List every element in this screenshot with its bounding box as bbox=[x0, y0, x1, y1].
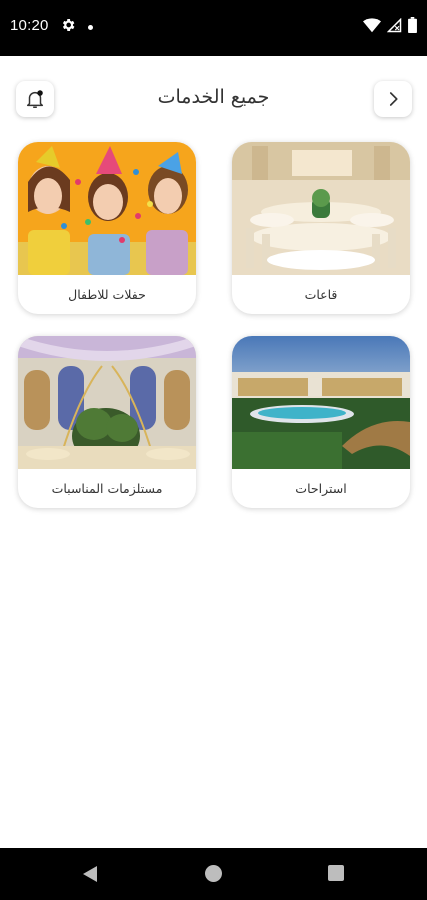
gear-icon bbox=[62, 19, 75, 31]
service-card-label: حفلات للاطفال bbox=[68, 287, 146, 302]
notification-dot bbox=[88, 25, 93, 30]
service-card-rest-houses[interactable]: استراحات bbox=[232, 336, 410, 508]
back-triangle-icon[interactable] bbox=[82, 865, 98, 883]
back-button[interactable] bbox=[374, 81, 412, 117]
chevron-right-icon bbox=[389, 92, 398, 106]
battery-icon bbox=[408, 17, 417, 33]
service-card-label: قاعات bbox=[304, 287, 338, 302]
kids-party-photo bbox=[18, 142, 196, 275]
service-card-label: استراحات bbox=[295, 481, 347, 496]
service-card-halls[interactable]: قاعات bbox=[232, 142, 410, 314]
system-nav-bar bbox=[0, 848, 427, 900]
recents-square-icon[interactable] bbox=[328, 865, 344, 881]
service-card-label: مستلزمات المناسبات bbox=[51, 481, 163, 496]
app-bar: جميع الخدمات bbox=[0, 66, 427, 132]
status-time: 10:20 bbox=[10, 17, 49, 34]
status-bar: 10:20 bbox=[0, 0, 427, 56]
wedding-hall-photo bbox=[232, 142, 410, 275]
wifi-icon bbox=[363, 17, 381, 32]
bell-icon bbox=[26, 90, 44, 108]
notifications-button[interactable] bbox=[16, 81, 54, 117]
service-card-event-supplies[interactable]: مستلزمات المناسبات bbox=[18, 336, 196, 508]
home-circle-icon[interactable] bbox=[205, 865, 222, 882]
no-signal-icon bbox=[387, 17, 402, 32]
resort-pool-photo bbox=[232, 336, 410, 469]
service-card-kids-parties[interactable]: حفلات للاطفال bbox=[18, 142, 196, 314]
page-title: جميع الخدمات bbox=[157, 86, 270, 108]
status-right-icons bbox=[363, 17, 417, 33]
event-decor-photo bbox=[18, 336, 196, 469]
